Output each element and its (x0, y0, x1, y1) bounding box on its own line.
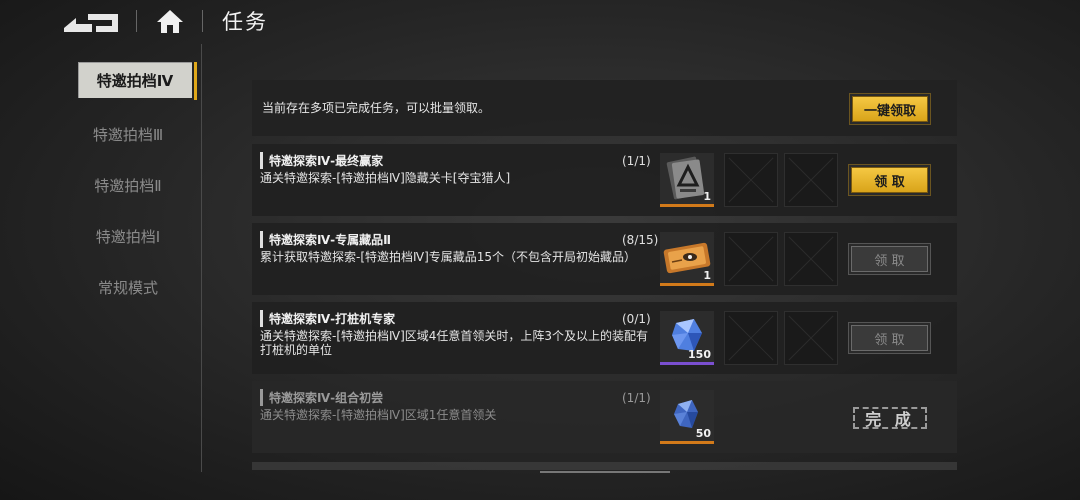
top-divider (136, 10, 137, 32)
sidebar-item-normal-mode[interactable]: 常规模式 (60, 269, 196, 305)
empty-reward-slot (724, 232, 778, 286)
empty-reward-slot (784, 153, 838, 207)
claim-button[interactable]: 领 取 (851, 325, 928, 351)
task-description: 通关特邀探索-[特邀拍档Ⅳ]区域1任意首领关 (260, 408, 497, 422)
claim-all-button[interactable]: 一键领取 (852, 96, 928, 122)
top-divider (202, 10, 203, 32)
task-description: 通关特邀探索-[特邀拍档Ⅳ]区域4任意首领关时，上阵3个及以上的装配有打桩机的单… (260, 329, 649, 357)
empty-reward-slot (784, 311, 838, 365)
claim-button[interactable]: 领 取 (851, 246, 928, 272)
reward-item[interactable]: 1 (660, 232, 714, 286)
reward-count: 1 (703, 269, 711, 282)
home-button[interactable] (154, 7, 186, 35)
sidebar-item-partner-3[interactable]: 特邀拍档Ⅲ (60, 116, 196, 152)
empty-slot-cross-icon (728, 315, 774, 361)
scroll-indicator[interactable] (540, 471, 670, 473)
task-title: 特邀探索Ⅳ-专属藏品Ⅱ (260, 231, 391, 248)
empty-reward-slot (724, 153, 778, 207)
home-icon (157, 10, 183, 33)
reward-count: 150 (688, 348, 711, 361)
task-title: 特邀探索Ⅳ-打桩机专家 (260, 310, 395, 327)
reward-count: 50 (695, 427, 711, 440)
claim-button[interactable]: 领 取 (851, 167, 928, 193)
task-progress: (1/1) (622, 391, 651, 405)
reward-item[interactable]: 150 (660, 311, 714, 365)
sidebar-item-partner-1[interactable]: 特邀拍档Ⅰ (60, 218, 196, 254)
task-description: 累计获取特邀探索-[特邀拍档Ⅳ]专属藏品15个（不包含开局初始藏品） (260, 250, 637, 264)
empty-slot-cross-icon (788, 157, 834, 203)
empty-slot-cross-icon (728, 157, 774, 203)
reward-item[interactable]: 1 (660, 153, 714, 207)
task-progress: (8/15) (622, 233, 659, 247)
top-bar: 任务 (0, 0, 1080, 44)
task-description: 通关特邀探索-[特邀拍档Ⅳ]隐藏关卡[夺宝猎人] (260, 171, 511, 185)
next-task-row-edge (252, 462, 957, 470)
task-row: 特邀探索Ⅳ-专属藏品Ⅱ (8/15) 累计获取特邀探索-[特邀拍档Ⅳ]专属藏品1… (252, 223, 957, 295)
reward-count: 1 (703, 190, 711, 203)
back-button[interactable] (62, 8, 124, 34)
empty-reward-slot (784, 232, 838, 286)
completed-stamp: 完 成 (853, 407, 927, 429)
task-title: 特邀探索Ⅳ-组合初尝 (260, 389, 383, 406)
task-row: 特邀探索Ⅳ-组合初尝 (1/1) 通关特邀探索-[特邀拍档Ⅳ]区域1任意首领关 … (252, 381, 957, 453)
task-progress: (0/1) (622, 312, 651, 326)
sidebar: 特邀拍档Ⅳ 特邀拍档Ⅲ 特邀拍档Ⅱ 特邀拍档Ⅰ 常规模式 (0, 56, 200, 476)
notice-text: 当前存在多项已完成任务，可以批量领取。 (262, 101, 491, 115)
sidebar-item-partner-4[interactable]: 特邀拍档Ⅳ (78, 62, 197, 100)
task-row: 特邀探索Ⅳ-打桩机专家 (0/1) 通关特邀探索-[特邀拍档Ⅳ]区域4任意首领关… (252, 302, 957, 374)
sidebar-divider (201, 44, 202, 472)
task-progress: (1/1) (622, 154, 651, 168)
reward-item[interactable]: 50 (660, 390, 714, 444)
task-title: 特邀探索Ⅳ-最终赢家 (260, 152, 383, 169)
task-row: 特邀探索Ⅳ-最终赢家 (1/1) 通关特邀探索-[特邀拍档Ⅳ]隐藏关卡[夺宝猎人… (252, 144, 957, 216)
empty-slot-cross-icon (788, 236, 834, 282)
sidebar-item-partner-2[interactable]: 特邀拍档Ⅱ (60, 167, 196, 203)
empty-slot-cross-icon (788, 315, 834, 361)
page-title: 任务 (222, 10, 268, 34)
empty-slot-cross-icon (728, 236, 774, 282)
batch-claim-notice: 当前存在多项已完成任务，可以批量领取。 一键领取 (252, 80, 957, 136)
back-arrow-icon (64, 14, 118, 32)
empty-reward-slot (724, 311, 778, 365)
